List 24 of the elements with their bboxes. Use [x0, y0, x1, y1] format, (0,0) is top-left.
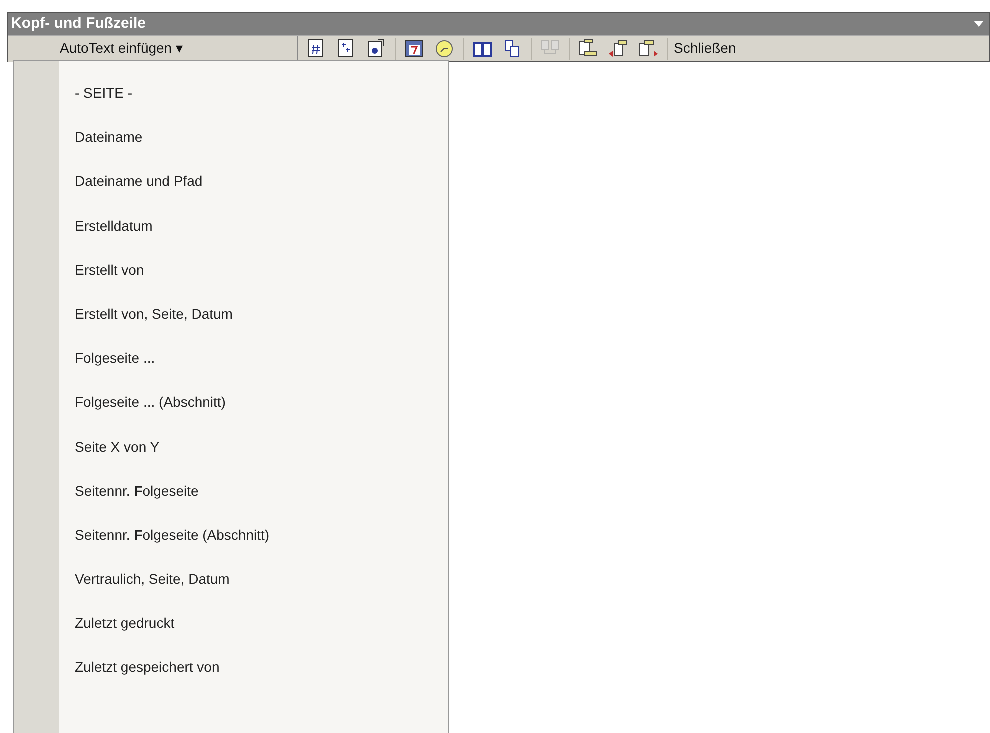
menu-item[interactable]: Zuletzt gedruckt	[59, 613, 449, 658]
close-button[interactable]: Schließen	[668, 38, 742, 59]
menu-item[interactable]: Erstelldatum	[59, 216, 449, 260]
header-footer-switch-icon[interactable]	[578, 38, 599, 59]
menu-item[interactable]: Seite X von Y	[59, 436, 449, 481]
menu-item[interactable]: Seitennr. Folgeseite	[59, 480, 449, 525]
menu-item[interactable]: Seitennr. Folgeseite (Abschnitt)	[59, 524, 449, 570]
menu-item[interactable]: Folgeseite ... (Abschnitt)	[59, 392, 449, 436]
menu-item[interactable]: Dateiname und Pfad	[59, 171, 449, 216]
autotext-button[interactable]: AutoText einfügen ▾	[8, 36, 298, 62]
menu-item[interactable]: Erstellt von, Seite, Datum	[59, 304, 449, 348]
window-title: Kopf- und Fußzeile	[11, 14, 146, 34]
menu-item[interactable]: Erstellt von	[59, 260, 449, 304]
menu-item[interactable]: - SEITE -	[59, 83, 449, 128]
menu-item[interactable]: Folgeseite ...	[59, 348, 449, 392]
previous-icon[interactable]	[608, 38, 629, 59]
page-format-icon[interactable]	[366, 38, 387, 59]
menu-item[interactable]: Dateiname	[59, 127, 449, 172]
calendar-icon[interactable]	[404, 38, 425, 59]
clock-icon[interactable]	[434, 38, 455, 59]
menu-item[interactable]: Zuletzt gespeichert von	[59, 657, 449, 702]
menu-item[interactable]: Vertraulich, Seite, Datum	[59, 569, 449, 614]
dropdown-icon[interactable]	[974, 21, 984, 27]
next-icon[interactable]	[638, 38, 659, 59]
